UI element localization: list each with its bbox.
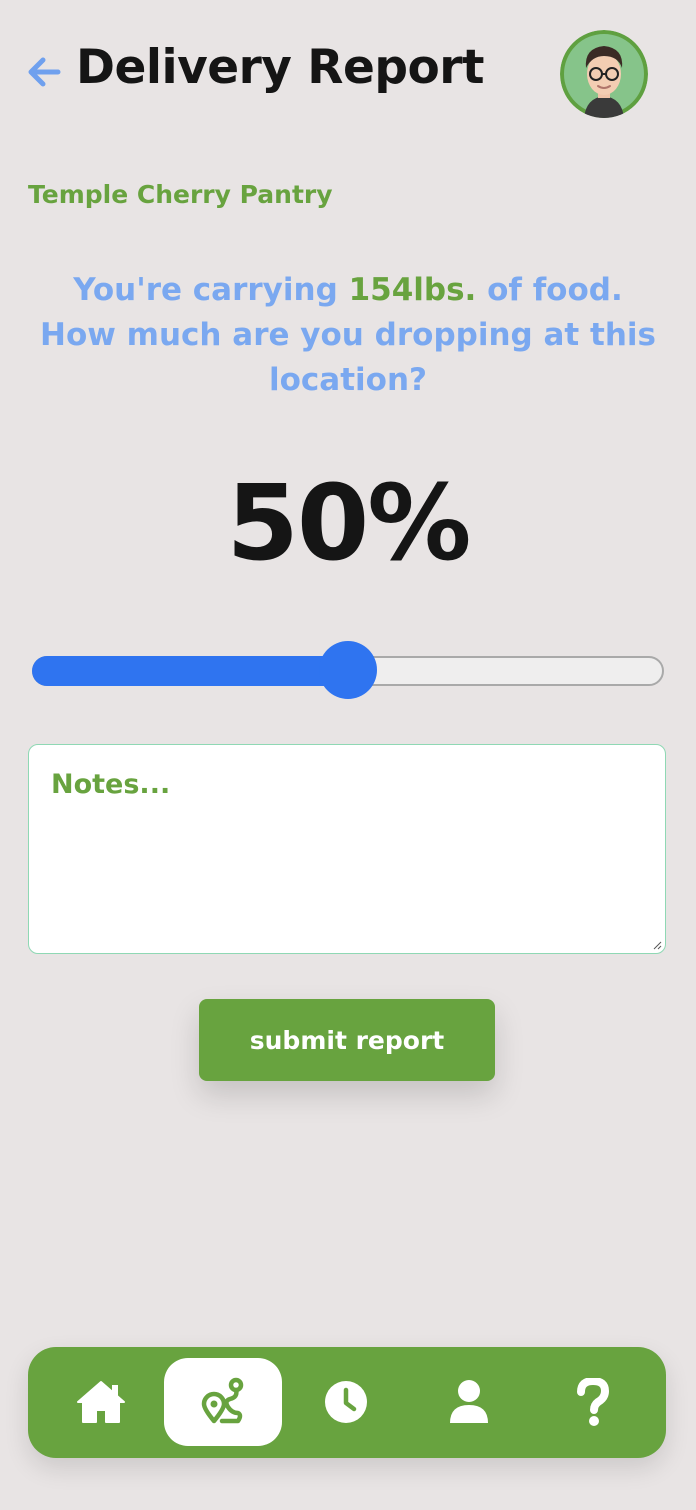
drop-percentage-slider[interactable] <box>32 640 664 700</box>
notes-field[interactable] <box>28 744 666 954</box>
home-icon <box>77 1381 125 1423</box>
back-button[interactable] <box>24 52 64 92</box>
nav-history[interactable] <box>287 1358 405 1446</box>
user-icon <box>450 1380 488 1423</box>
nav-route[interactable] <box>164 1358 282 1446</box>
avatar[interactable] <box>560 30 648 118</box>
page-title: Delivery Report <box>76 40 484 95</box>
nav-home[interactable] <box>42 1358 160 1446</box>
arrow-left-icon <box>28 57 61 87</box>
user-avatar-icon <box>560 30 648 118</box>
bottom-nav <box>28 1347 666 1458</box>
carried-amount: 154lbs. <box>348 272 477 308</box>
drop-percentage: 50% <box>226 462 472 584</box>
location-name: Temple Cherry Pantry <box>28 180 333 209</box>
resize-grip-icon[interactable] <box>652 940 662 950</box>
nav-profile[interactable] <box>410 1358 528 1446</box>
slider-thumb[interactable] <box>319 641 377 699</box>
header: Delivery Report <box>0 0 696 140</box>
slider-fill <box>32 656 348 686</box>
question-icon <box>577 1378 609 1426</box>
submit-report-button[interactable]: submit report <box>199 999 495 1081</box>
clock-icon <box>325 1381 367 1423</box>
nav-help[interactable] <box>534 1358 652 1446</box>
route-icon <box>201 1377 244 1424</box>
drop-question: You're carrying 154lbs. of food. How muc… <box>40 268 656 403</box>
question-prefix: You're carrying <box>73 272 349 308</box>
